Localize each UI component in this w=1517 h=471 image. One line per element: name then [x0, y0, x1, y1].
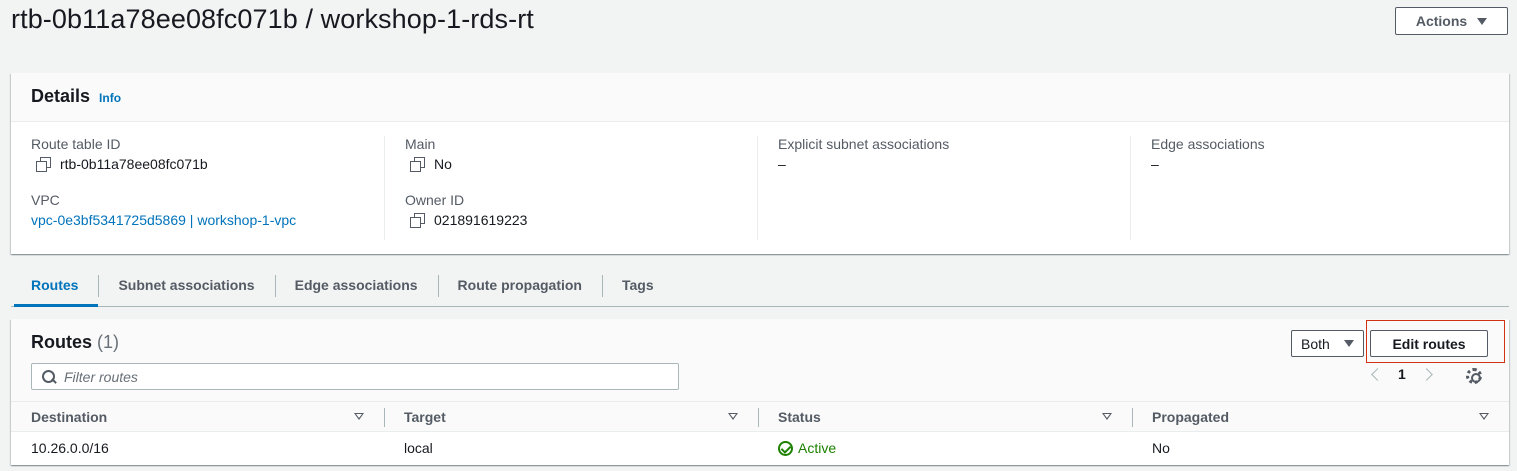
status-indicator: Active [778, 440, 1112, 456]
cell-status: Active [758, 432, 1132, 464]
details-column-1: Route table ID rtb-0b11a78ee08fc071b VPC… [11, 136, 384, 240]
sort-icon[interactable] [1479, 413, 1489, 420]
page-title: rtb-0b11a78ee08fc071b / workshop-1-rds-r… [11, 4, 534, 34]
details-column-2: Main No Owner ID 021891619223 [384, 136, 757, 240]
routes-title: Routes (1) [31, 332, 119, 353]
explicit-subnet-value: – [778, 156, 786, 172]
tab-bar: Routes Subnet associations Edge associat… [11, 269, 1509, 307]
vpc-label: VPC [31, 192, 60, 208]
info-link[interactable]: Info [99, 91, 121, 105]
route-table-id-value: rtb-0b11a78ee08fc071b [31, 156, 364, 172]
sort-icon[interactable] [354, 413, 364, 420]
route-type-value: Both [1301, 335, 1330, 352]
routes-panel: Routes (1) Both Edit routes 1 Destinatio… [11, 319, 1509, 465]
actions-button[interactable]: Actions [1395, 7, 1508, 35]
tab-tags[interactable]: Tags [601, 269, 674, 306]
copy-icon[interactable] [36, 157, 51, 172]
cell-destination: 10.26.0.0/16 [31, 440, 109, 456]
route-type-select[interactable]: Both [1291, 330, 1364, 357]
table-header: Destination Target Status Propagated [11, 401, 1509, 432]
tab-subnet-associations[interactable]: Subnet associations [98, 269, 274, 306]
details-header: Details Info [11, 73, 1509, 122]
details-column-3: Explicit subnet associations – [757, 136, 1130, 240]
pagination: 1 [1371, 366, 1433, 382]
edit-routes-button[interactable]: Edit routes [1370, 330, 1488, 357]
edge-assoc-value: – [1151, 156, 1159, 172]
gear-icon[interactable] [1466, 368, 1482, 384]
owner-id-text: 021891619223 [434, 212, 528, 228]
cell-target: local [404, 440, 433, 456]
routes-header: Routes (1) Both Edit routes 1 [11, 319, 1509, 401]
vpc-value: vpc-0e3bf5341725d5869 | workshop-1-vpc [31, 212, 364, 228]
cell-propagated: No [1152, 440, 1170, 456]
column-header-status[interactable]: Status [758, 402, 1132, 431]
owner-id-value: 021891619223 [405, 212, 737, 228]
main-label: Main [405, 136, 436, 152]
tab-routes[interactable]: Routes [11, 269, 99, 307]
route-table-id-label: Route table ID [31, 136, 121, 152]
owner-id-label: Owner ID [405, 192, 465, 208]
details-panel: Details Info Route table ID rtb-0b11a78e… [11, 73, 1509, 254]
caret-down-icon [1477, 17, 1488, 25]
filter-routes-field[interactable] [31, 363, 679, 390]
column-header-destination[interactable]: Destination [11, 402, 384, 431]
main-value: No [405, 156, 737, 172]
routes-title-text: Routes [31, 332, 93, 352]
caret-down-icon [1343, 340, 1354, 347]
copy-icon[interactable] [410, 213, 425, 228]
column-label: Status [778, 408, 821, 425]
explicit-subnet-label: Explicit subnet associations [778, 136, 950, 152]
column-header-propagated[interactable]: Propagated [1132, 402, 1509, 431]
column-label: Propagated [1152, 408, 1230, 425]
details-column-4: Edge associations – [1130, 136, 1503, 240]
chevron-left-icon[interactable] [1371, 367, 1384, 381]
status-text: Active [798, 440, 837, 456]
column-label: Destination [31, 408, 108, 425]
edge-assoc-label: Edge associations [1151, 136, 1265, 152]
sort-icon[interactable] [1102, 413, 1112, 420]
search-icon [42, 369, 56, 384]
actions-label: Actions [1415, 13, 1468, 29]
column-label: Target [404, 408, 446, 425]
page-number[interactable]: 1 [1398, 366, 1406, 382]
filter-routes-input[interactable] [64, 368, 654, 385]
check-circle-icon [778, 440, 793, 456]
tab-edge-associations[interactable]: Edge associations [274, 269, 438, 306]
details-body: Route table ID rtb-0b11a78ee08fc071b VPC… [11, 122, 1509, 240]
chevron-right-icon[interactable] [1419, 367, 1433, 381]
table-row: 10.26.0.0/16 local Active No [11, 432, 1509, 464]
routes-count: (1) [97, 332, 120, 352]
tab-route-propagation[interactable]: Route propagation [437, 269, 602, 306]
vpc-link[interactable]: vpc-0e3bf5341725d5869 | workshop-1-vpc [31, 212, 296, 228]
main-text: No [434, 156, 452, 172]
details-title: Details [31, 86, 91, 106]
sort-icon[interactable] [728, 413, 738, 420]
copy-icon[interactable] [410, 157, 425, 172]
route-table-id-text: rtb-0b11a78ee08fc071b [60, 156, 208, 172]
column-header-target[interactable]: Target [384, 402, 758, 431]
